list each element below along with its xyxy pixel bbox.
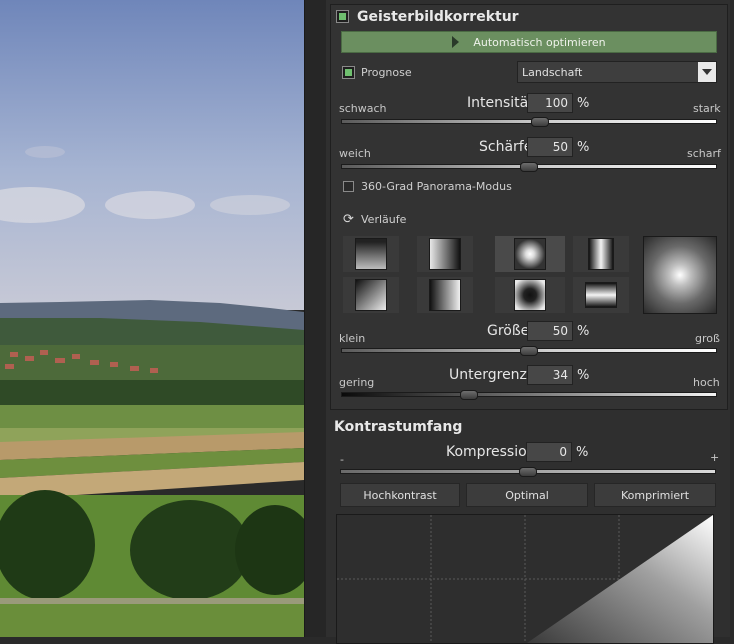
- lower-limit-slider-track[interactable]: [341, 392, 717, 397]
- play-icon: [452, 36, 460, 48]
- compressed-button[interactable]: Komprimiert: [594, 483, 716, 507]
- compression-label: Kompression: [446, 444, 536, 460]
- compression-max-label: +: [710, 451, 720, 464]
- contrast-section-title: Kontrastumfang: [334, 419, 463, 435]
- gradient-swatch: [355, 279, 387, 311]
- settings-panel: Geisterbildkorrektur Automatisch optimie…: [326, 0, 730, 644]
- sharpness-unit: %: [577, 140, 590, 155]
- lower-limit-min-label: gering: [339, 376, 375, 389]
- tone-curve-view[interactable]: [336, 514, 714, 644]
- auto-optimize-label: Automatisch optimieren: [473, 35, 606, 49]
- sharpness-slider-handle[interactable]: [520, 162, 538, 172]
- intensity-label: Intensität: [467, 95, 534, 111]
- size-max-label: groß: [695, 332, 720, 345]
- compression-unit: %: [576, 445, 589, 460]
- size-min-label: klein: [339, 332, 366, 345]
- lower-limit-slider-handle[interactable]: [459, 390, 478, 400]
- gradient-swatch: [514, 238, 546, 270]
- intensity-min-label: schwach: [339, 102, 387, 115]
- compression-value[interactable]: 0: [526, 442, 572, 462]
- compression-slider-handle[interactable]: [519, 467, 537, 477]
- gradient-preview: [643, 236, 717, 314]
- intensity-max-label: stark: [693, 102, 721, 115]
- prognose-select-value: Landschaft: [522, 65, 583, 79]
- gradient-preset-3[interactable]: [495, 236, 565, 272]
- compression-min-label: -: [340, 453, 344, 466]
- sharpness-label: Schärfe: [479, 139, 533, 155]
- lower-limit-unit: %: [577, 368, 590, 383]
- optimal-button[interactable]: Optimal: [466, 483, 588, 507]
- gradient-swatch: [514, 279, 546, 311]
- gradient-preset-5[interactable]: [343, 277, 399, 313]
- prognose-checkbox[interactable]: [342, 66, 355, 79]
- prognose-select[interactable]: Landschaft: [517, 61, 717, 83]
- panorama-checkbox[interactable]: [343, 181, 354, 192]
- size-unit: %: [577, 324, 590, 339]
- gradient-swatch: [585, 282, 617, 308]
- refresh-icon[interactable]: ⟳: [343, 212, 354, 227]
- high-contrast-button[interactable]: Hochkontrast: [340, 483, 460, 507]
- gradient-preset-4[interactable]: [573, 236, 629, 272]
- section-title: Geisterbildkorrektur: [357, 9, 519, 25]
- panel-divider: [304, 0, 327, 637]
- gradient-preset-1[interactable]: [343, 236, 399, 272]
- intensity-slider-handle[interactable]: [531, 117, 550, 127]
- size-label: Größe: [487, 323, 530, 339]
- size-slider-handle[interactable]: [520, 346, 538, 356]
- gradient-preset-7[interactable]: [495, 277, 565, 313]
- sharpness-max-label: scharf: [687, 147, 721, 160]
- panorama-label: 360-Grad Panorama-Modus: [361, 180, 512, 193]
- ghost-correction-section: Geisterbildkorrektur Automatisch optimie…: [330, 4, 728, 410]
- gradient-swatch: [355, 238, 387, 270]
- gradient-preset-2[interactable]: [417, 236, 473, 272]
- ghost-correction-checkbox[interactable]: [336, 10, 349, 23]
- lower-limit-label: Untergrenze: [449, 367, 536, 383]
- size-value[interactable]: 50: [527, 321, 573, 341]
- landscape-photo: [0, 0, 304, 637]
- gradient-swatch: [429, 279, 461, 311]
- gradient-swatch: [588, 238, 614, 270]
- intensity-value[interactable]: 100: [527, 93, 573, 113]
- auto-optimize-button[interactable]: Automatisch optimieren: [341, 31, 717, 53]
- prognose-label: Prognose: [361, 66, 412, 79]
- intensity-slider-track[interactable]: [341, 119, 717, 124]
- lower-limit-max-label: hoch: [693, 376, 720, 389]
- gradient-swatch: [429, 238, 461, 270]
- intensity-unit: %: [577, 96, 590, 111]
- sharpness-value[interactable]: 50: [527, 137, 573, 157]
- sharpness-min-label: weich: [339, 147, 371, 160]
- gradient-preset-8[interactable]: [573, 277, 629, 313]
- chevron-down-icon[interactable]: [698, 62, 716, 82]
- gradients-label: Verläufe: [361, 213, 407, 226]
- gradient-preset-6[interactable]: [417, 277, 473, 313]
- lower-limit-value[interactable]: 34: [527, 365, 573, 385]
